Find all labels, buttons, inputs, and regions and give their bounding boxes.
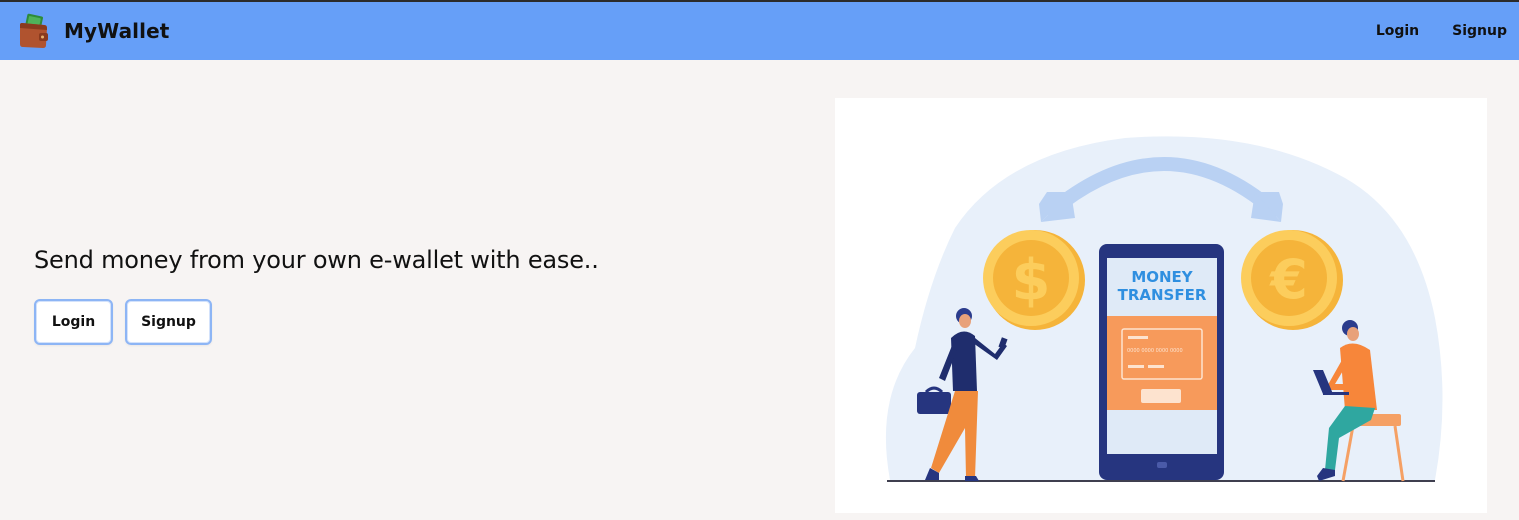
- phone-icon: MONEY TRANSFER 0000 0000 0000 0000: [1099, 244, 1224, 480]
- money-transfer-illustration: $ € MONEY TRANSFER 0000 0000 0000 0000: [835, 98, 1487, 513]
- svg-text:0000 0000 0000 0000: 0000 0000 0000 0000: [1127, 348, 1183, 354]
- nav-links: Login Signup: [1376, 2, 1519, 60]
- navbar: MyWallet Login Signup: [0, 2, 1519, 60]
- hero-tagline: Send money from your own e-wallet with e…: [34, 246, 599, 274]
- brand[interactable]: MyWallet: [17, 13, 169, 49]
- svg-text:€: €: [1268, 248, 1308, 311]
- hero-signup-button[interactable]: Signup: [125, 299, 212, 345]
- wallet-icon: [20, 13, 48, 48]
- nav-login-link[interactable]: Login: [1376, 23, 1419, 39]
- hero-login-button[interactable]: Login: [34, 299, 113, 345]
- nav-signup-link[interactable]: Signup: [1452, 23, 1507, 39]
- brand-name: MyWallet: [64, 19, 170, 43]
- svg-text:MONEY: MONEY: [1131, 268, 1193, 286]
- svg-text:$: $: [1012, 248, 1051, 313]
- svg-text:TRANSFER: TRANSFER: [1118, 286, 1207, 304]
